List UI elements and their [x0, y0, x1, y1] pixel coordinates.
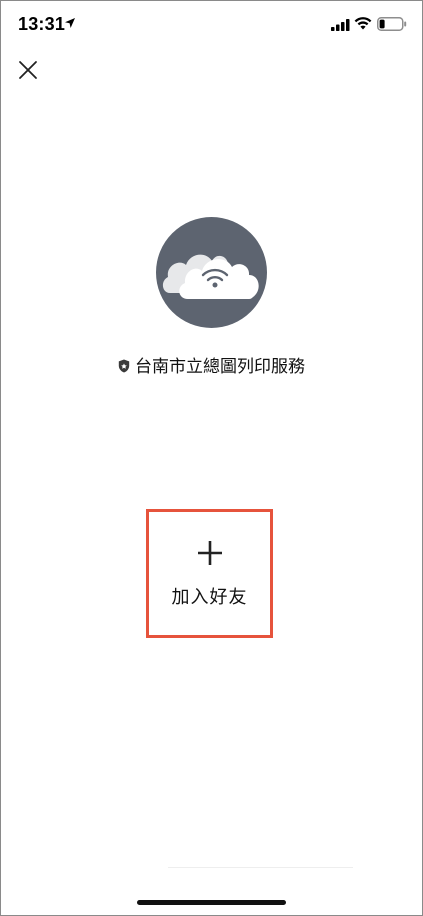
avatar	[156, 217, 267, 328]
wifi-icon	[354, 17, 372, 30]
add-friend-button[interactable]: 加入好友	[146, 509, 273, 638]
screen-frame	[0, 0, 423, 916]
cellular-signal-icon	[331, 19, 350, 31]
home-indicator[interactable]	[137, 900, 286, 905]
close-button[interactable]	[16, 58, 40, 82]
location-arrow-icon	[65, 18, 75, 28]
status-bar: 13:31	[0, 0, 423, 52]
divider	[168, 867, 353, 868]
status-time: 13:31	[18, 14, 66, 34]
battery-icon	[377, 17, 407, 31]
plus-icon	[198, 541, 222, 565]
add-friend-label: 加入好友	[171, 587, 248, 608]
account-name-row: 台南市立總圖列印服務	[0, 352, 423, 377]
cloud-wifi-icon	[162, 254, 259, 299]
close-icon	[19, 61, 37, 79]
account-name: 台南市立總圖列印服務	[135, 357, 305, 377]
shield-icon	[118, 359, 130, 373]
